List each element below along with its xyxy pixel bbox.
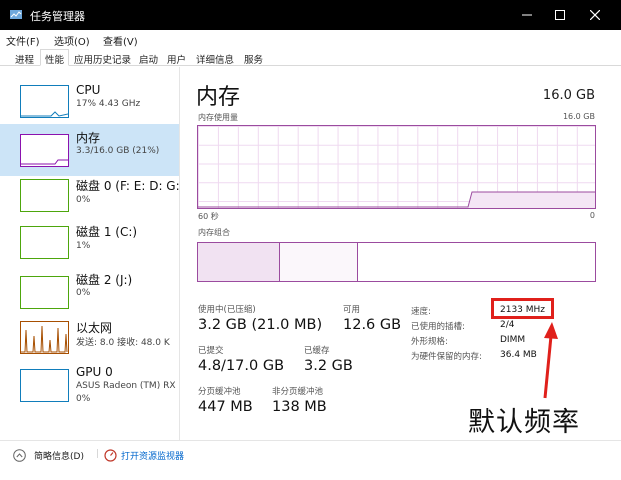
resource-monitor-icon	[104, 449, 117, 462]
hardware-reserved-label: 为硬件保留的内存:	[411, 352, 482, 362]
footer-divider: |	[96, 449, 100, 459]
menu-file[interactable]: 文件(F)	[6, 33, 40, 48]
sidebar-item-label: 磁盘 2 (J:)	[76, 273, 133, 287]
slots-used-value: 2/4	[500, 320, 515, 330]
tab-details[interactable]: 详细信息	[191, 49, 239, 66]
maximize-button[interactable]	[542, 0, 578, 30]
tab-services[interactable]: 服务	[239, 49, 268, 66]
tab-startup[interactable]: 启动	[134, 49, 163, 66]
title-bar: 任务管理器	[0, 0, 621, 30]
sidebar-item-cpu[interactable]: CPU 17% 4.43 GHz	[0, 77, 179, 127]
composition-label: 内存组合	[198, 228, 230, 237]
cpu-thumbnail	[20, 85, 69, 118]
sidebar-item-detail: ASUS Radeon (TM) RX	[76, 381, 176, 391]
in-use-value: 3.2 GB (21.0 MB)	[198, 317, 323, 333]
ethernet-thumbnail	[20, 321, 69, 354]
footer-bar: 简略信息(D) | 打开资源监视器	[0, 440, 621, 468]
annotation-arrow-icon	[543, 322, 558, 399]
minimize-button[interactable]	[509, 0, 545, 30]
tab-performance[interactable]: 性能	[40, 49, 70, 66]
composition-in-use	[198, 243, 280, 281]
committed-label: 已提交	[198, 346, 224, 356]
total-memory: 16.0 GB	[542, 88, 595, 103]
sidebar-item-label: 以太网	[76, 321, 113, 335]
memory-usage-line	[198, 191, 595, 208]
sidebar-item-detail: 0%	[76, 195, 91, 205]
time-axis-left: 60 秒	[198, 212, 219, 221]
slots-used-label: 已使用的插槽:	[411, 322, 465, 332]
chevron-up-icon[interactable]	[13, 449, 26, 462]
form-factor-value: DIMM	[500, 335, 526, 345]
sidebar-item-detail: 17% 4.43 GHz	[76, 99, 141, 109]
time-axis-right: 0	[589, 211, 595, 220]
sidebar-item-disk-1[interactable]: 磁盘 1 (C:) 1%	[0, 220, 179, 270]
sidebar-item-label: 磁盘 0 (F: E: D: G:	[76, 179, 180, 193]
page-title: 内存	[196, 85, 241, 110]
disk-0-thumbnail	[20, 179, 69, 212]
fewer-details-link[interactable]: 简略信息(D)	[34, 449, 84, 462]
memory-usage-graph	[197, 125, 596, 209]
gpu-thumbnail	[20, 369, 69, 402]
sidebar-item-detail: 3.3/16.0 GB (21%)	[76, 146, 160, 156]
usage-graph-label: 内存使用量	[198, 113, 238, 122]
minimize-icon	[522, 14, 532, 16]
sidebar-item-memory[interactable]: 内存 3.3/16.0 GB (21%)	[0, 124, 179, 176]
composition-standby	[280, 243, 358, 281]
usage-graph-max: 16.0 GB	[562, 112, 595, 121]
form-factor-label: 外形规格:	[411, 337, 448, 347]
sidebar-item-label: CPU	[76, 83, 101, 97]
sidebar-item-label: 磁盘 1 (C:)	[76, 225, 138, 239]
available-value: 12.6 GB	[343, 317, 402, 333]
sidebar-item-gpu[interactable]: GPU 0 ASUS Radeon (TM) RX 0%	[0, 363, 179, 423]
tab-bar: 进程 性能 应用历史记录 启动 用户 详细信息 服务	[0, 48, 621, 66]
nonpaged-pool-value: 138 MB	[272, 399, 327, 415]
task-manager-icon	[10, 10, 22, 19]
close-icon	[590, 10, 600, 20]
sidebar-item-detail: 0%	[76, 288, 91, 298]
maximize-icon	[555, 10, 565, 20]
tab-app-history[interactable]: 应用历史记录	[69, 49, 136, 66]
speed-label: 速度:	[411, 307, 431, 317]
paged-pool-label: 分页缓冲池	[198, 387, 241, 397]
sidebar-item-label: GPU 0	[76, 365, 113, 379]
committed-value: 4.8/17.0 GB	[198, 358, 285, 374]
tab-users[interactable]: 用户	[162, 49, 191, 66]
close-button[interactable]	[577, 0, 613, 30]
default-frequency-callout: 默认频率	[468, 407, 580, 438]
in-use-label: 使用中(已压缩)	[198, 305, 256, 315]
disk-1-thumbnail	[20, 226, 69, 259]
tab-processes[interactable]: 进程	[10, 49, 39, 66]
sidebar-item-disk-0[interactable]: 磁盘 0 (F: E: D: G: 0%	[0, 172, 180, 222]
window-title: 任务管理器	[30, 10, 85, 23]
nonpaged-pool-label: 非分页缓冲池	[272, 387, 324, 397]
sidebar-item-detail: 发送: 8.0 接收: 48.0 K	[76, 338, 170, 348]
ethernet-mini-graph	[21, 325, 68, 353]
memory-composition-bar	[197, 242, 596, 282]
menu-options[interactable]: 选项(O)	[54, 33, 90, 48]
disk-2-thumbnail	[20, 276, 69, 309]
sidebar-item-detail: 1%	[76, 241, 91, 251]
performance-sidebar: CPU 17% 4.43 GHz 内存 3.3/16.0 GB (21%) 磁盘…	[0, 67, 180, 440]
available-label: 可用	[343, 305, 361, 315]
cpu-mini-graph	[21, 111, 68, 117]
memory-thumbnail	[20, 134, 69, 167]
sidebar-item-ethernet[interactable]: 以太网 发送: 8.0 接收: 48.0 K	[0, 315, 179, 365]
menu-bar: 文件(F) 选项(O) 查看(V)	[0, 30, 621, 48]
sidebar-item-detail-2: 0%	[76, 394, 91, 404]
paged-pool-value: 447 MB	[198, 399, 253, 415]
memory-mini-graph	[21, 159, 68, 165]
sidebar-item-disk-2[interactable]: 磁盘 2 (J:) 0%	[0, 267, 179, 317]
cached-label: 已缓存	[304, 346, 330, 356]
open-resource-monitor-link[interactable]: 打开资源监视器	[121, 449, 184, 462]
sidebar-item-label: 内存	[76, 131, 101, 145]
speed-highlight-box	[491, 298, 554, 319]
cached-value: 3.2 GB	[304, 358, 353, 374]
menu-view[interactable]: 查看(V)	[103, 33, 138, 48]
